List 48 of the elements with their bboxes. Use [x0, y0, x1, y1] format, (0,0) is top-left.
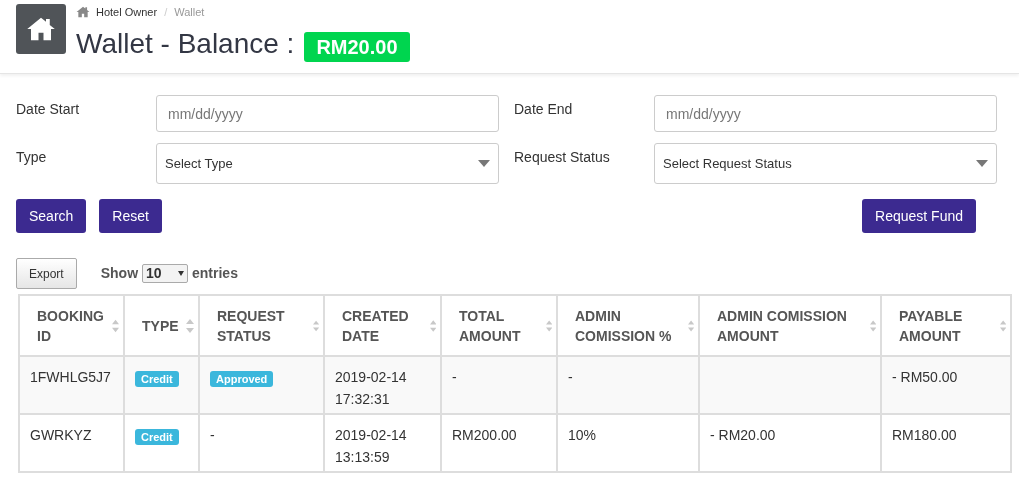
page-title: Wallet - Balance :	[76, 27, 295, 61]
select-field[interactable]: Select Request Status	[654, 143, 997, 184]
breadcrumb-link[interactable]: Hotel Owner	[96, 3, 158, 21]
table-cell-text: RM180.00	[892, 426, 958, 445]
status-label: Credit	[135, 371, 179, 387]
table-cell-text: GWRKYZ	[30, 426, 93, 445]
sort-icon	[111, 318, 119, 333]
request-fund-button[interactable]: Request Fund	[862, 199, 976, 233]
dropdown-caret-icon	[178, 271, 185, 276]
table-cell-text: 1FWHLG5J7	[30, 368, 112, 387]
balance-label: RM20.00	[304, 32, 410, 62]
entries-select[interactable]: 10	[142, 264, 189, 283]
field-label: Type	[16, 148, 48, 167]
status-label: Approved	[210, 371, 274, 387]
export-button[interactable]: Export	[16, 258, 77, 289]
show-label: Show	[100, 264, 139, 283]
entries-label: entries	[192, 264, 238, 283]
sort-icon	[687, 318, 694, 333]
field-label: Date Start	[16, 100, 81, 119]
sort-icon	[545, 318, 552, 333]
table-cell-text: RM200.00	[452, 426, 518, 445]
breadcrumb-separator: /	[164, 4, 168, 20]
sort-icon	[312, 318, 319, 333]
date-field[interactable]: mm/dd/yyyy	[156, 95, 499, 132]
dropdown-caret-icon	[478, 160, 490, 167]
filter-button[interactable]: Reset	[99, 199, 162, 233]
sort-icon	[999, 318, 1006, 333]
table-cell-text: -	[568, 368, 574, 387]
table-cell-text: 2019-02-14 13:13:59	[335, 426, 408, 467]
table-cell-text: 2019-02-14 17:32:31	[335, 368, 408, 409]
sort-icon	[869, 318, 876, 333]
column-header[interactable]: BOOKING ID	[19, 295, 124, 356]
table-cell-text: - RM20.00	[710, 426, 777, 445]
dropdown-caret-icon	[976, 160, 988, 167]
table-cell-text: - RM50.00	[892, 368, 959, 387]
select-field[interactable]: Select Type	[156, 143, 499, 184]
status-label: Credit	[135, 429, 179, 445]
breadcrumb-current: Wallet	[174, 4, 205, 20]
sort-icon	[186, 318, 194, 333]
table-cell-text: -	[452, 368, 458, 387]
date-field[interactable]: mm/dd/yyyy	[654, 95, 997, 132]
filter-button[interactable]: Search	[16, 199, 87, 233]
field-label: Request Status	[514, 148, 611, 167]
field-label: Date End	[514, 100, 574, 119]
table-cell-text: -	[210, 426, 216, 445]
sort-icon	[429, 318, 436, 333]
table-cell-text: 10%	[568, 426, 598, 445]
home-icon	[76, 5, 90, 19]
